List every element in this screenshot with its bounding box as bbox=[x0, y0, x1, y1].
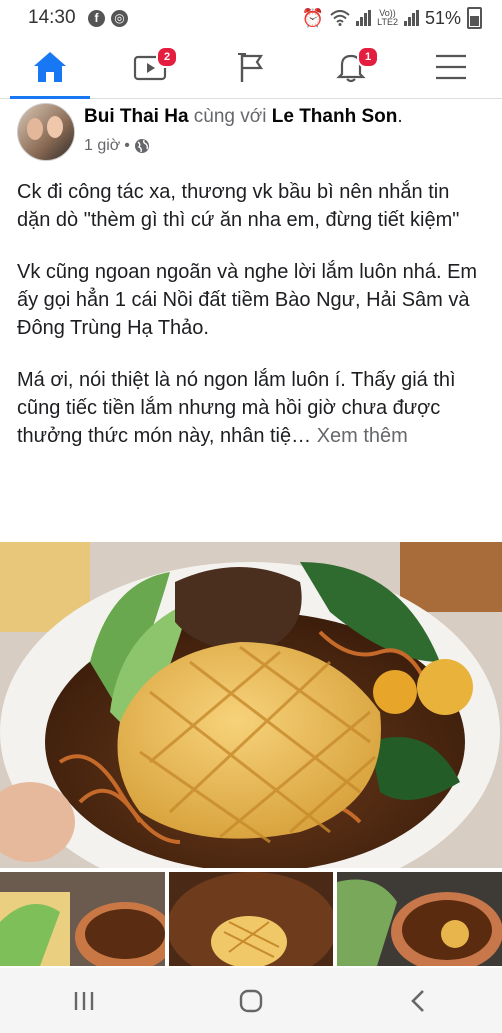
home-system-button[interactable] bbox=[221, 981, 281, 1021]
signal-2-icon bbox=[403, 10, 419, 26]
back-icon bbox=[411, 989, 425, 1012]
tab-home[interactable] bbox=[10, 36, 90, 99]
status-time: 14:30 bbox=[28, 7, 76, 28]
post-photo-main[interactable] bbox=[0, 542, 502, 868]
status-right: ⏰ Vo)) LTE2 51% bbox=[302, 7, 482, 29]
status-left-icons: f ◎ bbox=[88, 10, 128, 27]
system-navigation-bar bbox=[0, 968, 502, 1033]
post-meta: 1 giờ • bbox=[84, 137, 150, 155]
see-more-link[interactable]: Xem thêm bbox=[317, 425, 408, 447]
author-name[interactable]: Bui Thai Ha bbox=[84, 106, 189, 127]
photo-thumbnail[interactable] bbox=[168, 872, 334, 966]
photo-thumbnails bbox=[0, 872, 502, 966]
tab-menu[interactable] bbox=[411, 36, 491, 98]
wifi-icon bbox=[330, 10, 350, 26]
tagged-name[interactable]: Le Thanh Son bbox=[272, 106, 398, 127]
post-time[interactable]: 1 giờ bbox=[84, 137, 120, 155]
recent-apps-icon bbox=[74, 991, 93, 1010]
post-header: Bui Thai Ha cùng với Le Thanh Son. 1 giờ… bbox=[0, 100, 502, 164]
meta-separator: • bbox=[124, 137, 130, 154]
network-type: Vo)) LTE2 bbox=[377, 8, 398, 27]
messenger-notification-icon: ◎ bbox=[111, 10, 128, 27]
photo-thumbnail[interactable] bbox=[337, 872, 502, 966]
post-paragraph-3: Má ơi, nói thiệt là nó ngon lắm luôn í. … bbox=[17, 366, 487, 450]
recent-apps-button[interactable] bbox=[54, 981, 114, 1021]
tab-notifications[interactable]: 1 bbox=[311, 36, 391, 98]
avatar[interactable] bbox=[17, 103, 75, 161]
watch-badge: 2 bbox=[156, 46, 178, 68]
menu-icon bbox=[436, 54, 466, 80]
home-icon bbox=[34, 52, 66, 82]
post-paragraph-2: Vk cũng ngoan ngoãn và nghe lời lắm luôn… bbox=[17, 261, 478, 339]
battery-percent: 51% bbox=[424, 7, 461, 28]
food-photo bbox=[0, 542, 502, 868]
home-circle-icon bbox=[239, 989, 263, 1012]
pages-flag-icon bbox=[238, 53, 264, 82]
post-paragraph-1: Ck đi công tác xa, thương vk bầu bì nên … bbox=[17, 181, 460, 231]
with-text: cùng với bbox=[193, 106, 267, 127]
notifications-badge: 1 bbox=[357, 46, 379, 68]
back-button[interactable] bbox=[388, 981, 448, 1021]
post-body: Ck đi công tác xa, thương vk bầu bì nên … bbox=[17, 178, 487, 474]
battery-icon bbox=[467, 7, 482, 29]
status-bar: 14:30 f ◎ ⏰ Vo)) LTE2 51% bbox=[0, 0, 502, 36]
post-author-line: Bui Thai Ha cùng với Le Thanh Son. bbox=[84, 106, 403, 128]
facebook-tab-bar: 2 1 bbox=[0, 36, 502, 99]
period: . bbox=[397, 106, 403, 127]
tab-pages[interactable] bbox=[211, 36, 291, 98]
signal-icon bbox=[356, 10, 372, 26]
photo-thumbnail[interactable] bbox=[0, 872, 165, 966]
alarm-icon: ⏰ bbox=[301, 7, 325, 28]
globe-icon[interactable] bbox=[134, 138, 150, 154]
facebook-notification-icon: f bbox=[88, 10, 105, 27]
tab-watch[interactable]: 2 bbox=[110, 36, 190, 98]
